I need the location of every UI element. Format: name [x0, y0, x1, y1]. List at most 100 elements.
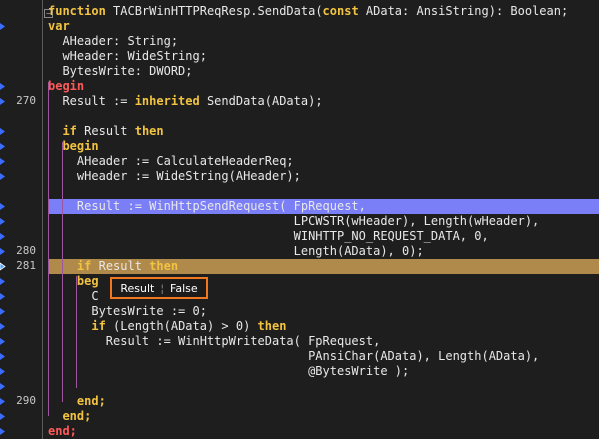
tooltip-variable-name: Result: [120, 281, 155, 295]
code-line[interactable]: PAnsiChar(AData), Length(AData),: [48, 349, 599, 364]
code-line[interactable]: Result := WinHttpSendRequest( FpRequest,: [48, 199, 599, 214]
code-line[interactable]: wHeader := WideString(AHeader);: [48, 169, 599, 184]
code-line[interactable]: end;: [48, 409, 599, 424]
breakpoint-marker-icon[interactable]: [0, 248, 5, 255]
line-number: 280: [16, 244, 36, 257]
code-token: BytesWrite: DWORD;: [48, 64, 193, 78]
code-token: (Length(AData) > 0): [113, 319, 258, 333]
breakpoint-marker-icon[interactable]: [0, 218, 5, 225]
breakpoint-marker-icon[interactable]: [0, 98, 5, 105]
code-token: end;: [48, 424, 77, 438]
code-line[interactable]: Result := inherited SendData(AData);: [48, 94, 599, 109]
code-token: AHeader: String;: [48, 34, 179, 48]
breakpoint-marker-icon[interactable]: [0, 308, 5, 315]
code-token: LPCWSTR(wHeader), Length(wHeader),: [48, 214, 540, 228]
code-line[interactable]: BytesWrite := 0;: [48, 304, 599, 319]
code-line[interactable]: AHeader: String;: [48, 34, 599, 49]
breakpoint-marker-icon[interactable]: [0, 413, 5, 420]
breakpoint-marker-icon[interactable]: [0, 173, 5, 180]
code-token: end;: [62, 409, 92, 423]
tooltip-variable-value: False: [170, 281, 198, 295]
code-token: Result: [98, 259, 150, 273]
debug-hint-tooltip: Result ¦ False: [110, 277, 208, 299]
breakpoint-marker-icon[interactable]: [0, 203, 5, 210]
code-token: BytesWrite := 0;: [48, 304, 207, 318]
code-token: AHeader := CalculateHeaderReq;: [48, 154, 294, 168]
code-line[interactable]: WINHTTP_NO_REQUEST_DATA, 0,: [48, 229, 599, 244]
code-token: TACBrWinHTTPReqResp.SendData(: [113, 4, 323, 18]
code-line[interactable]: [48, 184, 599, 199]
code-token: Result := WinHttpSendRequest( FpRequest,: [48, 199, 366, 213]
breakpoint-marker-icon[interactable]: [0, 128, 5, 135]
code-line[interactable]: BytesWrite: DWORD;: [48, 64, 599, 79]
code-line[interactable]: begin: [48, 79, 599, 94]
code-token: @BytesWrite );: [48, 364, 410, 378]
code-line[interactable]: LPCWSTR(wHeader), Length(wHeader),: [48, 214, 599, 229]
code-token: wHeader: WideString;: [48, 49, 207, 63]
breakpoint-marker-icon[interactable]: [0, 83, 5, 90]
code-line[interactable]: wHeader: WideString;: [48, 49, 599, 64]
code-token: Result :=: [48, 94, 135, 108]
code-line[interactable]: Length(AData), 0);: [48, 244, 599, 259]
code-line[interactable]: begin: [48, 139, 599, 154]
code-line[interactable]: [48, 109, 599, 124]
code-line[interactable]: AHeader := CalculateHeaderReq;: [48, 154, 599, 169]
tooltip-divider: ¦: [160, 281, 165, 295]
code-token: beg: [76, 274, 99, 288]
breakpoint-marker-icon[interactable]: [0, 23, 5, 30]
code-token: Length(AData), 0);: [48, 244, 424, 258]
code-token: begin: [48, 79, 85, 93]
breakpoint-marker-icon[interactable]: [0, 398, 5, 405]
code-line[interactable]: @BytesWrite );: [48, 364, 599, 379]
code-line[interactable]: function TACBrWinHTTPReqResp.SendData(co…: [48, 4, 599, 19]
code-token: end;: [76, 394, 106, 408]
code-token: WINHTTP_NO_REQUEST_DATA, 0,: [48, 229, 489, 243]
code-token: if: [91, 319, 114, 333]
code-line[interactable]: var: [48, 19, 599, 34]
breakpoint-marker-icon[interactable]: [0, 338, 5, 345]
code-token: then: [257, 319, 287, 333]
breakpoint-marker-icon[interactable]: [0, 293, 5, 300]
breakpoint-marker-icon[interactable]: [0, 233, 5, 240]
code-line[interactable]: [48, 379, 599, 394]
line-number: 270: [16, 94, 36, 107]
code-line[interactable]: end;: [48, 424, 599, 439]
code-token: Result := WinHttpWriteData( FpRequest,: [48, 334, 381, 348]
breakpoint-marker-icon[interactable]: [0, 353, 5, 360]
breakpoint-marker-icon[interactable]: [0, 143, 5, 150]
breakpoint-marker-icon[interactable]: [0, 383, 5, 390]
code-token: wHeader := WideString(AHeader);: [48, 169, 301, 183]
code-token: PAnsiChar(AData), Length(AData),: [48, 349, 540, 363]
breakpoint-marker-icon[interactable]: [0, 368, 5, 375]
code-line[interactable]: if Result then: [48, 124, 599, 139]
breakpoint-marker-icon[interactable]: [0, 158, 5, 165]
code-token: then: [134, 124, 164, 138]
code-token: if: [76, 259, 99, 273]
code-token: begin: [62, 139, 99, 153]
code-token: then: [149, 259, 179, 273]
breakpoint-marker-icon[interactable]: [0, 428, 5, 435]
code-token: C: [48, 289, 99, 303]
code-token: SendData(AData);: [206, 94, 323, 108]
breakpoint-marker-icon[interactable]: [0, 323, 5, 330]
code-line[interactable]: if (Length(AData) > 0) then: [48, 319, 599, 334]
code-token: if: [62, 124, 85, 138]
line-number: 281: [16, 259, 36, 272]
line-number: 290: [16, 394, 36, 407]
code-token: var: [48, 19, 70, 33]
code-token: const: [322, 4, 366, 18]
breakpoint-marker-icon[interactable]: [0, 278, 5, 285]
code-line[interactable]: end;: [48, 394, 599, 409]
editor-gutter[interactable]: [0, 0, 42, 439]
code-token: AData: AnsiString): Boolean;: [365, 4, 569, 18]
code-line[interactable]: Result := WinHttpWriteData( FpRequest,: [48, 334, 599, 349]
code-token: function: [48, 4, 114, 18]
code-line[interactable]: if Result then: [48, 259, 599, 274]
